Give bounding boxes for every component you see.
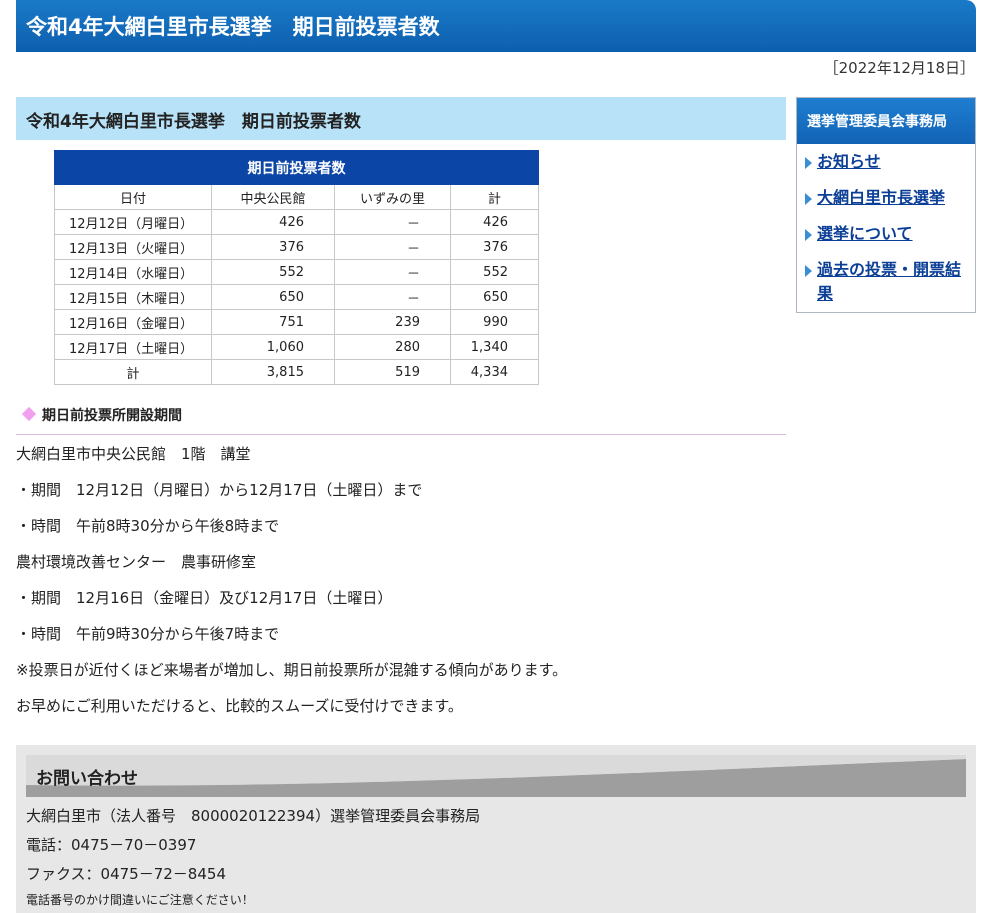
triangle-right-icon: [805, 229, 812, 241]
sidebar-link-mayor-election[interactable]: 大網白里市長選挙: [805, 186, 970, 210]
contact-note: 電話番号のかけ間違いにご注意ください！: [26, 893, 254, 907]
paragraph: ※投票日が近付くほど来場者が増加し、期日前投票所が混雑する傾向があります。: [16, 661, 568, 679]
contact-box: お問い合わせ 大網白里市（法人番号 8000020122394）選挙管理委員会事…: [16, 745, 976, 913]
diamond-icon: [21, 406, 37, 422]
cell-date: 12月12日（月曜日）: [54, 209, 212, 235]
contact-title: お問い合わせ: [36, 769, 138, 789]
cell-chuo: 3,815: [211, 359, 335, 385]
table-row: 12月12日（月曜日） 426 － 426: [54, 209, 539, 235]
triangle-right-icon: [805, 157, 812, 169]
paragraph: お早めにご利用いただけると、比較的スムーズに受付けできます。: [16, 697, 463, 715]
contact-fax: ファクス：0475－72－8454: [26, 865, 226, 883]
section-title: 期日前投票所開設期間: [16, 405, 786, 435]
cell-chuo: 751: [211, 309, 335, 335]
table-header-row: 日付 中央公民館 いずみの里 計: [54, 184, 539, 210]
cell-izumi: －: [334, 234, 451, 260]
column-header-chuo: 中央公民館: [211, 184, 335, 210]
table-row: 12月14日（水曜日） 552 － 552: [54, 259, 539, 285]
cell-izumi: 239: [334, 309, 451, 335]
paragraph: ・時間 午前9時30分から午後7時まで: [16, 625, 280, 643]
cell-total: 426: [450, 209, 539, 235]
cell-date: 12月17日（土曜日）: [54, 334, 212, 360]
contact-phone: 電話：0475－70－0397: [26, 836, 197, 854]
sidebar-link-news[interactable]: お知らせ: [805, 150, 970, 174]
cell-total-label: 計: [54, 359, 212, 385]
cell-total: 376: [450, 234, 539, 260]
cell-chuo: 1,060: [211, 334, 335, 360]
update-date: ［2022年12月18日］: [823, 59, 975, 77]
sidebar-link-label[interactable]: お知らせ: [817, 152, 881, 171]
cell-izumi: 280: [334, 334, 451, 360]
table-row: 12月17日（土曜日） 1,060 280 1,340: [54, 334, 539, 360]
sidebar-link-label[interactable]: 大網白里市長選挙: [817, 188, 945, 207]
paragraph: ・期間 12月12日（月曜日）から12月17日（土曜日）まで: [16, 481, 423, 499]
cell-total: 552: [450, 259, 539, 285]
sidebar-link-label[interactable]: 過去の投票・開票結果: [817, 260, 961, 303]
table-caption: 期日前投票者数: [54, 150, 539, 185]
main-heading: 令和4年大網白里市長選挙 期日前投票者数: [16, 97, 786, 140]
cell-date: 12月14日（水曜日）: [54, 259, 212, 285]
contact-org: 大網白里市（法人番号 8000020122394）選挙管理委員会事務局: [26, 807, 481, 825]
paragraph: 大網白里市中央公民館 1階 講堂: [16, 445, 251, 463]
triangle-right-icon: [805, 193, 812, 205]
paragraph: 農村環境改善センター 農事研修室: [16, 553, 257, 571]
cell-date: 12月16日（金曜日）: [54, 309, 212, 335]
sidebar-link-label[interactable]: 選挙について: [817, 224, 913, 243]
cell-chuo: 650: [211, 284, 335, 310]
cell-chuo: 426: [211, 209, 335, 235]
cell-total: 4,334: [450, 359, 539, 385]
sidebar-link-about-elections[interactable]: 選挙について: [805, 222, 970, 246]
column-header-date: 日付: [54, 184, 212, 210]
page-title: 令和4年大網白里市長選挙 期日前投票者数: [16, 0, 976, 52]
triangle-right-icon: [805, 265, 812, 277]
cell-izumi: －: [334, 209, 451, 235]
cell-date: 12月15日（木曜日）: [54, 284, 212, 310]
column-header-izumi: いずみの里: [334, 184, 451, 210]
column-header-total: 計: [450, 184, 539, 210]
wave-decoration: [26, 755, 966, 797]
early-voting-table: 期日前投票者数 日付 中央公民館 いずみの里 計 12月12日（月曜日） 426…: [54, 150, 539, 385]
cell-total: 1,340: [450, 334, 539, 360]
contact-header: お問い合わせ: [26, 755, 966, 797]
table-row: 12月15日（木曜日） 650 － 650: [54, 284, 539, 310]
cell-total: 990: [450, 309, 539, 335]
sidebar: 選挙管理委員会事務局 お知らせ 大網白里市長選挙 選挙について 過去の投票・開票…: [796, 97, 976, 313]
cell-chuo: 376: [211, 234, 335, 260]
table-row: 12月13日（火曜日） 376 － 376: [54, 234, 539, 260]
sidebar-title: 選挙管理委員会事務局: [797, 98, 975, 144]
cell-izumi: 519: [334, 359, 451, 385]
cell-total: 650: [450, 284, 539, 310]
table-total-row: 計 3,815 519 4,334: [54, 359, 539, 385]
cell-chuo: 552: [211, 259, 335, 285]
table-row: 12月16日（金曜日） 751 239 990: [54, 309, 539, 335]
paragraph: ・時間 午前8時30分から午後8時まで: [16, 517, 280, 535]
cell-izumi: －: [334, 259, 451, 285]
section-title-text: 期日前投票所開設期間: [42, 408, 182, 424]
sidebar-link-past-results[interactable]: 過去の投票・開票結果: [805, 258, 970, 306]
paragraph: ・期間 12月16日（金曜日）及び12月17日（土曜日）: [16, 589, 393, 607]
cell-date: 12月13日（火曜日）: [54, 234, 212, 260]
cell-izumi: －: [334, 284, 451, 310]
